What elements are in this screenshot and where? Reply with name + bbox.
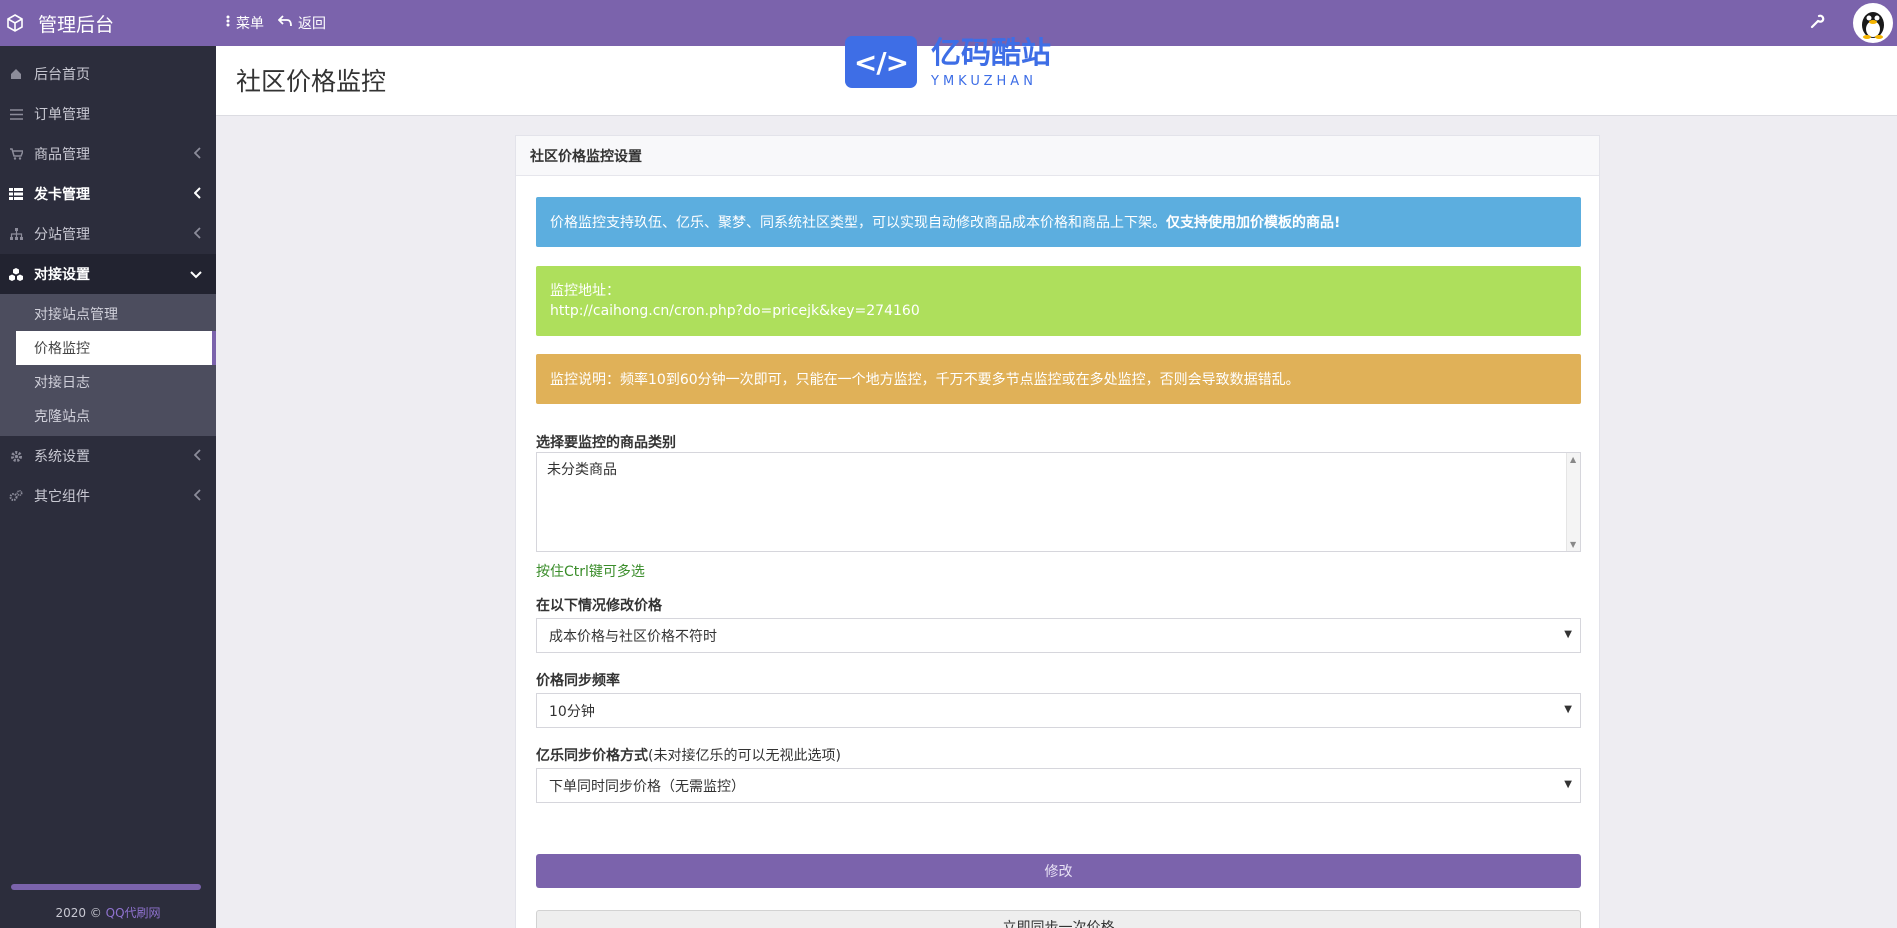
top-nav: 菜单 返回 (226, 0, 340, 46)
sync-frequency-value: 10分钟 (549, 703, 595, 720)
sidebar-item-label: 发卡管理 (34, 187, 90, 203)
page-header: 社区价格监控 </> 亿码酷站 YMKUZHAN (216, 36, 1897, 116)
category-option[interactable]: 未分类商品 (547, 459, 1570, 479)
back-button[interactable]: 返回 (277, 13, 326, 33)
sitemap-icon (8, 226, 24, 242)
gear-icon (8, 448, 24, 464)
sidebar-item-label: 对接设置 (34, 267, 90, 283)
sidebar: 后台首页 订单管理 商品管理 发卡管理 分站管理 对接设置 对接站点管理 价格监… (0, 46, 216, 928)
app-title: 管理后台 (38, 13, 115, 36)
info-text: 价格监控支持玖伍、亿乐、聚梦、同系统社区类型，可以实现自动修改商品成本价格和商品… (550, 215, 1166, 231)
footer-year: 2020 © (55, 906, 102, 920)
yile-sync-note: (未对接亿乐的可以无视此选项) (648, 748, 841, 764)
menu-label: 菜单 (236, 16, 264, 32)
modify-condition-label: 在以下情况修改价格 (536, 598, 662, 614)
caret-down-icon: ▼ (1564, 779, 1572, 790)
sidebar-item-label: 其它组件 (34, 489, 90, 505)
watermark-logo: </> 亿码酷站 YMKUZHAN (845, 36, 1051, 90)
chevron-left-icon (193, 227, 202, 243)
wrench-icon[interactable] (1810, 14, 1825, 33)
vertical-dots-icon (226, 15, 236, 31)
caret-down-icon: ▼ (1564, 629, 1572, 640)
page-title: 社区价格监控 (236, 67, 387, 96)
home-icon (8, 66, 24, 82)
sidebar-item-products[interactable]: 商品管理 (0, 134, 216, 174)
caret-down-icon: ▼ (1564, 704, 1572, 715)
sidebar-item-substations[interactable]: 分站管理 (0, 214, 216, 254)
list-icon (8, 106, 24, 122)
category-multiselect[interactable]: 未分类商品 ▲ ▼ (536, 452, 1581, 552)
sidebar-submenu: 对接站点管理 价格监控 对接日志 克隆站点 (0, 294, 216, 436)
chevron-left-icon (193, 449, 202, 465)
brand[interactable]: 管理后台 (0, 0, 215, 46)
chevron-left-icon (193, 187, 202, 203)
sidebar-item-label: 商品管理 (34, 147, 90, 163)
settings-panel: 社区价格监控设置 价格监控支持玖伍、亿乐、聚梦、同系统社区类型，可以实现自动修改… (515, 135, 1600, 928)
sidebar-subitem-price-monitor[interactable]: 价格监控 (16, 331, 216, 365)
listbox-scrollbar[interactable]: ▲ ▼ (1566, 453, 1580, 551)
cart-icon (8, 146, 24, 162)
back-label: 返回 (298, 16, 326, 32)
cubes-icon (8, 266, 24, 282)
watermark-cn: 亿码酷站 (931, 36, 1051, 71)
sidebar-subitem-logs[interactable]: 对接日志 (16, 365, 216, 399)
sidebar-divider-bar (11, 884, 201, 890)
sidebar-item-label: 分站管理 (34, 227, 90, 243)
yile-sync-label: 亿乐同步价格方式(未对接亿乐的可以无视此选项) (536, 745, 841, 765)
sync-now-button[interactable]: 立即同步一次价格 (536, 910, 1581, 928)
chevron-left-icon (193, 147, 202, 163)
modify-condition-select[interactable]: 成本价格与社区价格不符时 ▼ (536, 618, 1581, 653)
sidebar-item-label: 后台首页 (34, 67, 90, 83)
top-right-tools (1810, 0, 1897, 46)
scroll-down-icon: ▼ (1570, 540, 1577, 549)
sidebar-subitem-clone[interactable]: 克隆站点 (16, 399, 216, 433)
chevron-down-icon (190, 267, 202, 283)
monitor-url: http://caihong.cn/cron.php?do=pricejk&ke… (550, 303, 920, 319)
monitor-url-label: 监控地址： (550, 283, 620, 299)
scroll-up-icon: ▲ (1570, 455, 1577, 464)
monitor-url-alert: 监控地址： http://caihong.cn/cron.php?do=pric… (536, 266, 1581, 336)
category-help: 按住Ctrl键可多选 (536, 564, 645, 580)
gears-icon (8, 488, 24, 504)
grid-icon (8, 186, 24, 202)
watermark-en: YMKUZHAN (931, 74, 1037, 89)
sidebar-item-orders[interactable]: 订单管理 (0, 94, 216, 134)
yile-sync-value: 下单同时同步价格（无需监控） (549, 778, 745, 795)
category-label: 选择要监控的商品类别 (536, 435, 676, 451)
yile-sync-title: 亿乐同步价格方式 (536, 748, 648, 764)
watermark-text: 亿码酷站 YMKUZHAN (931, 36, 1051, 90)
footer-link[interactable]: QQ代刷网 (106, 906, 161, 920)
code-brackets-icon: </> (845, 36, 917, 88)
menu-toggle-button[interactable]: 菜单 (226, 13, 264, 33)
panel-title: 社区价格监控设置 (516, 136, 1599, 176)
sidebar-item-label: 订单管理 (34, 107, 90, 123)
sidebar-item-cards[interactable]: 发卡管理 (0, 174, 216, 214)
chevron-left-icon (193, 489, 202, 505)
sidebar-footer: 2020 © QQ代刷网 (0, 904, 216, 921)
sidebar-item-components[interactable]: 其它组件 (0, 476, 216, 516)
info-bold-text: 仅支持使用加价模板的商品! (1166, 215, 1341, 231)
reply-arrow-icon (277, 15, 298, 31)
info-alert: 价格监控支持玖伍、亿乐、聚梦、同系统社区类型，可以实现自动修改商品成本价格和商品… (536, 197, 1581, 247)
modify-condition-value: 成本价格与社区价格不符时 (549, 628, 717, 645)
cube-icon (6, 14, 24, 32)
sidebar-item-docking[interactable]: 对接设置 (0, 254, 216, 294)
sidebar-item-home[interactable]: 后台首页 (0, 54, 216, 94)
sync-frequency-select[interactable]: 10分钟 ▼ (536, 693, 1581, 728)
sync-frequency-label: 价格同步频率 (536, 673, 620, 689)
yile-sync-select[interactable]: 下单同时同步价格（无需监控） ▼ (536, 768, 1581, 803)
sidebar-item-label: 系统设置 (34, 449, 90, 465)
submit-button[interactable]: 修改 (536, 854, 1581, 888)
user-avatar[interactable] (1853, 3, 1893, 43)
warning-alert: 监控说明：频率10到60分钟一次即可，只能在一个地方监控，千万不要多节点监控或在… (536, 354, 1581, 404)
sidebar-item-system[interactable]: 系统设置 (0, 436, 216, 476)
sidebar-subitem-sites[interactable]: 对接站点管理 (16, 297, 216, 331)
